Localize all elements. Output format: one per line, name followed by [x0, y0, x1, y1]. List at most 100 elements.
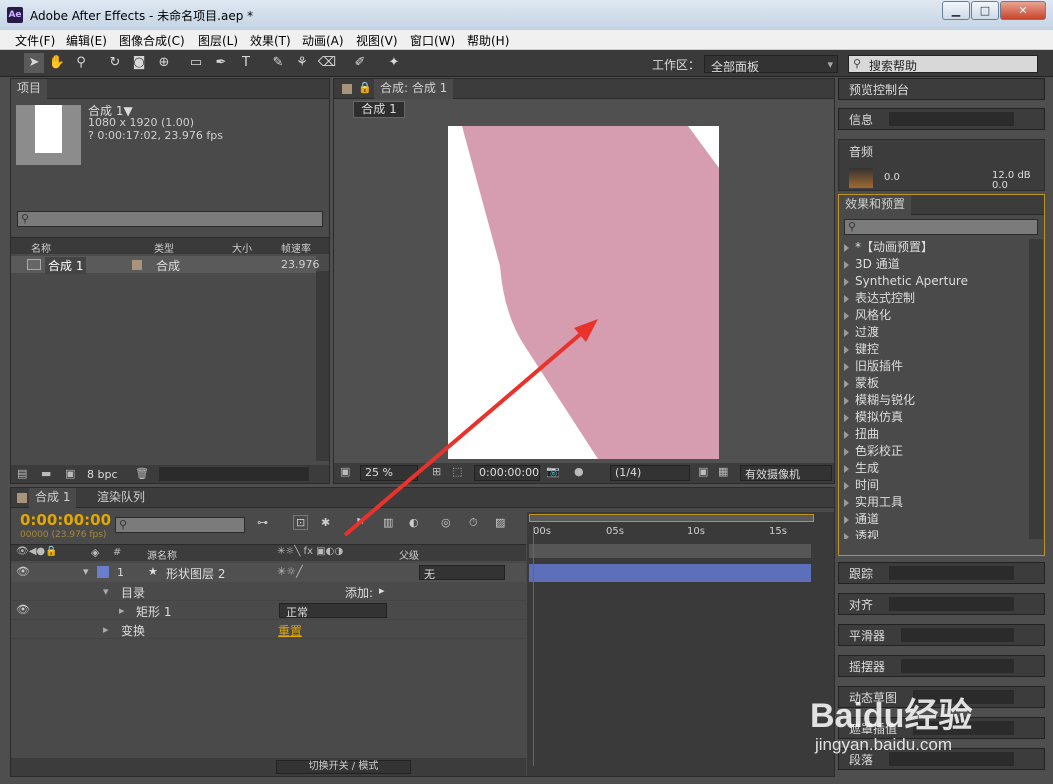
- list-item[interactable]: 旧版插件: [839, 358, 1029, 375]
- interpret-icon[interactable]: ▤: [17, 467, 27, 480]
- close-button[interactable]: ✕: [1000, 1, 1046, 20]
- panel-align[interactable]: 对齐: [838, 593, 1045, 615]
- trash-icon[interactable]: 🗑: [135, 467, 149, 480]
- timeline-graph[interactable]: 00s 05s 10s 15s: [527, 512, 834, 776]
- list-item[interactable]: Synthetic Aperture: [839, 273, 1029, 290]
- list-item[interactable]: 生成: [839, 460, 1029, 477]
- tab-timeline[interactable]: 合成 1: [29, 488, 77, 508]
- maximize-button[interactable]: □: [971, 1, 999, 20]
- effects-search-input[interactable]: ⚲: [844, 219, 1038, 235]
- roto-brush-tool-icon[interactable]: ✐: [350, 53, 370, 73]
- puppet-tool-icon[interactable]: ✦: [384, 53, 404, 73]
- menu-window[interactable]: 窗口(W): [410, 32, 455, 49]
- menu-help[interactable]: 帮助(H): [467, 32, 509, 49]
- tab-composition[interactable]: 合成: 合成 1: [374, 79, 454, 99]
- zoom-select[interactable]: 25 %: [360, 465, 418, 481]
- menu-composition[interactable]: 图像合成(C): [119, 32, 185, 49]
- menu-file[interactable]: 文件(F): [15, 32, 55, 49]
- clone-tool-icon[interactable]: ⚘: [292, 53, 312, 73]
- bpc-label[interactable]: 8 bpc: [87, 468, 118, 481]
- panel-info[interactable]: 信息: [838, 108, 1045, 130]
- panel-smoother[interactable]: 平滑器: [838, 624, 1045, 646]
- play-icon[interactable]: ▸: [379, 584, 385, 597]
- list-item[interactable]: 实用工具: [839, 494, 1029, 511]
- pen-tool-icon[interactable]: ✒: [211, 53, 231, 73]
- property-row[interactable]: ▸ 变换 重置: [11, 620, 526, 639]
- hand-tool-icon[interactable]: ✋: [47, 53, 67, 73]
- draft-3d-icon[interactable]: ✱: [321, 516, 330, 529]
- layer-name[interactable]: 形状图层 2: [166, 565, 225, 582]
- tab-effects[interactable]: 效果和预置: [839, 195, 912, 215]
- reset-link[interactable]: 重置: [278, 622, 302, 639]
- layer-bar[interactable]: [529, 564, 811, 582]
- brush-tool-icon[interactable]: ✎: [268, 53, 288, 73]
- new-comp-icon[interactable]: ▣: [65, 467, 75, 480]
- list-item[interactable]: 透视: [839, 528, 1029, 539]
- column-type[interactable]: 类型: [154, 240, 174, 255]
- collapse-icon[interactable]: ▸: [103, 623, 109, 636]
- panel-audio[interactable]: 音频 0.0 12.0 dB 0.0: [838, 139, 1045, 191]
- timeline-timecode[interactable]: 0:00:00:00: [20, 511, 111, 529]
- zoom-tool-icon[interactable]: ⚲: [71, 53, 91, 73]
- selection-tool-icon[interactable]: ➤: [24, 53, 44, 73]
- region-icon[interactable]: ▣: [698, 465, 708, 478]
- menu-edit[interactable]: 编辑(E): [66, 32, 107, 49]
- resolution-select[interactable]: (1/4): [610, 465, 690, 481]
- property-row[interactable]: 👁 ▸ 矩形 1 正常: [11, 601, 526, 620]
- column-size[interactable]: 大小: [232, 240, 252, 255]
- menu-view[interactable]: 视图(V): [356, 32, 398, 49]
- column-rate[interactable]: 帧速率: [281, 240, 311, 255]
- project-search-input[interactable]: ⚲: [17, 211, 323, 227]
- visibility-icon[interactable]: 👁: [16, 603, 30, 616]
- shy-switch-icon[interactable]: ✳☼╱: [277, 565, 303, 578]
- layer-row[interactable]: 👁 ▾ 1 ★ 形状图层 2 ✳☼╱ 无: [11, 563, 526, 582]
- list-item[interactable]: 通道: [839, 511, 1029, 528]
- safe-zones-icon[interactable]: ⊞: [432, 465, 441, 478]
- menu-layer[interactable]: 图层(L): [198, 32, 238, 49]
- tab-render-queue[interactable]: 渲染队列: [91, 488, 151, 508]
- column-name[interactable]: 名称: [31, 240, 51, 255]
- list-item[interactable]: *【动画预置】: [839, 239, 1029, 256]
- column-parent[interactable]: 父级: [399, 547, 419, 562]
- toggle-switches-modes-button[interactable]: 切换开关 / 模式: [276, 760, 411, 774]
- snapshot-icon[interactable]: 📷: [546, 465, 560, 478]
- menu-effect[interactable]: 效果(T): [250, 32, 291, 49]
- parent-select[interactable]: 无: [419, 565, 505, 581]
- blend-mode-select[interactable]: 正常: [279, 603, 387, 619]
- add-button[interactable]: 添加:: [345, 584, 373, 601]
- eraser-tool-icon[interactable]: ⌫: [317, 53, 337, 73]
- channel-icon[interactable]: ●: [574, 465, 584, 478]
- panel-wiggler[interactable]: 摇摆器: [838, 655, 1045, 677]
- list-item[interactable]: 过渡: [839, 324, 1029, 341]
- mask-icon[interactable]: ⬚: [452, 465, 462, 478]
- panel-tracker[interactable]: 跟踪: [838, 562, 1045, 584]
- rotate-tool-icon[interactable]: ↻: [105, 53, 125, 73]
- effects-scrollbar[interactable]: [1029, 239, 1043, 539]
- tab-project[interactable]: 项目: [11, 79, 48, 99]
- pan-behind-tool-icon[interactable]: ⊕: [154, 53, 174, 73]
- list-item[interactable]: 模糊与锐化: [839, 392, 1029, 409]
- text-tool-icon[interactable]: T: [236, 53, 256, 73]
- folder-icon[interactable]: ▬: [41, 467, 51, 480]
- preview-icon[interactable]: ▣: [340, 465, 350, 478]
- visibility-icon[interactable]: 👁: [16, 565, 30, 578]
- column-source-name[interactable]: 源名称: [147, 547, 177, 562]
- motion-blur-icon[interactable]: ◐: [409, 516, 419, 529]
- work-area-bar[interactable]: [529, 514, 814, 522]
- graph-editor-icon[interactable]: ▨: [495, 516, 505, 529]
- camera-tool-icon[interactable]: ◙: [129, 53, 149, 73]
- workspace-select[interactable]: 全部面板 ▾: [704, 55, 838, 74]
- table-row[interactable]: 合成 1 合成 23.976: [11, 256, 320, 274]
- property-row[interactable]: ▾ 目录 添加: ▸: [11, 582, 526, 601]
- list-item[interactable]: 色彩校正: [839, 443, 1029, 460]
- timeline-search-input[interactable]: ⚲: [115, 517, 245, 533]
- hide-shy-icon[interactable]: ⚑: [355, 516, 365, 529]
- lock-icon[interactable]: 🔒: [358, 81, 372, 94]
- list-item[interactable]: 时间: [839, 477, 1029, 494]
- camera-select[interactable]: 有效摄像机: [740, 465, 832, 481]
- list-item[interactable]: 风格化: [839, 307, 1029, 324]
- timecode-display[interactable]: 0:00:00:00: [474, 465, 540, 481]
- help-search-input[interactable]: ⚲ 搜索帮助: [848, 55, 1038, 73]
- collapse-icon[interactable]: ▸: [119, 604, 125, 617]
- brainstorm-icon[interactable]: ◎: [441, 516, 451, 529]
